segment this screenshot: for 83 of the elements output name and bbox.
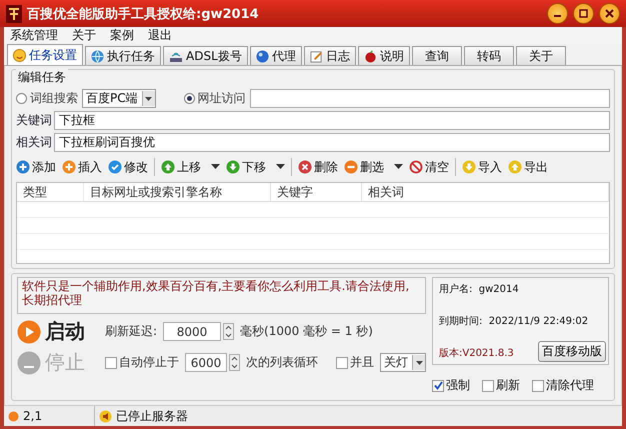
toolbar-button[interactable]: 清空 <box>409 158 449 176</box>
check-icon <box>434 381 442 390</box>
checkbox[interactable]: 自动停止于 <box>105 354 179 371</box>
notice-text: 软件只是一个辅助作用,效果百分百有,主要看你怎么利用工具.请合法使用,长期招代理 <box>17 277 426 314</box>
tab[interactable]: 查询 <box>412 46 462 65</box>
field-label: 关键词 <box>16 112 50 129</box>
checkbox[interactable]: 强制 <box>432 377 470 394</box>
tab[interactable]: ADSL拨号 <box>163 46 248 65</box>
menu-item[interactable]: 系统管理 <box>10 27 58 44</box>
caret-icon <box>211 164 220 170</box>
minimize-button[interactable] <box>547 3 568 24</box>
radio-button[interactable]: 词组搜索 <box>16 90 78 107</box>
delay-label: 刷新延迟: <box>105 323 158 340</box>
apple-icon <box>364 50 377 62</box>
delay-field[interactable]: 8000 <box>163 322 222 341</box>
maximize-icon <box>579 9 588 18</box>
app-logo-icon <box>6 4 22 22</box>
toolbar-button[interactable]: 插入 <box>62 158 102 176</box>
checkbox[interactable]: 刷新 <box>482 377 520 394</box>
caret-icon <box>394 164 403 170</box>
input-field[interactable]: 下拉框刷词百搜优 <box>54 133 610 152</box>
spinner-icon[interactable] <box>223 323 234 340</box>
speaker-icon <box>99 410 112 422</box>
plus-icon <box>16 160 30 174</box>
prohibited-icon <box>409 160 423 174</box>
field-label: 相关词 <box>16 134 50 151</box>
check-icon <box>108 160 122 174</box>
minus-icon <box>344 160 358 174</box>
action-dropdown[interactable]: 关灯 <box>380 353 426 372</box>
checkbox[interactable]: 并且 <box>336 354 374 371</box>
start-button[interactable]: 启动 <box>17 318 99 345</box>
column-header: 关键字 <box>271 183 362 201</box>
plus-icon <box>62 160 76 174</box>
radio-button[interactable]: 网址访问 <box>184 90 246 107</box>
server-status: 已停止服务器 <box>116 408 188 424</box>
column-header: 类型 <box>17 183 84 201</box>
toolbar-button[interactable]: 下移 <box>226 158 285 176</box>
group-title: 编辑任务 <box>16 69 68 86</box>
maximize-button[interactable] <box>573 3 594 24</box>
loops-field[interactable]: 6000 <box>185 353 227 372</box>
caret-icon <box>416 360 422 364</box>
toolbar-button[interactable]: 删选 <box>344 158 403 176</box>
menu-item[interactable]: 退出 <box>148 27 172 44</box>
window-title: 百搜优全能版助手工具授权给:gw2014 <box>27 6 260 22</box>
smiley-icon <box>13 48 26 62</box>
tab[interactable]: 日志 <box>304 46 356 65</box>
toolbar-button[interactable]: 上移 <box>161 158 220 176</box>
toolbar-button[interactable]: 添加 <box>16 158 56 176</box>
status-icon <box>8 410 19 422</box>
version-text: 版本:V2021.8.3 <box>439 346 514 360</box>
x-icon <box>298 160 312 174</box>
close-button[interactable] <box>599 3 620 24</box>
play-icon <box>17 320 41 344</box>
tab[interactable]: 关于 <box>516 46 566 65</box>
tab[interactable]: 执行任务 <box>85 46 161 65</box>
column-header: 相关词 <box>362 183 609 201</box>
close-icon <box>605 9 614 18</box>
tab[interactable]: 转码 <box>464 46 514 65</box>
checkbox[interactable]: 清除代理 <box>532 377 594 394</box>
url-field[interactable] <box>250 89 610 108</box>
position-text: 2,1 <box>23 409 42 423</box>
notepad-icon <box>310 50 323 62</box>
stop-icon <box>17 350 41 374</box>
mobile-version-button[interactable]: 百度移动版 <box>538 341 606 362</box>
caret-icon <box>145 96 152 100</box>
expiry-text: 到期时间: 2022/11/9 22:49:02 <box>439 314 588 328</box>
spinner-icon[interactable] <box>229 354 240 371</box>
toolbar-button[interactable]: 导入 <box>462 158 502 176</box>
column-header: 目标网址或搜索引擎名称 <box>84 183 271 201</box>
tab[interactable]: 说明 <box>358 46 410 65</box>
menu-item[interactable]: 关于 <box>72 27 96 44</box>
loops-unit: 次的列表循环 <box>246 354 318 371</box>
delay-unit: 毫秒(1000 毫秒 = 1 秒) <box>240 323 373 340</box>
tab[interactable]: 代理 <box>250 46 302 65</box>
input-field[interactable]: 下拉框 <box>54 111 610 130</box>
user-text: 用户名: gw2014 <box>439 282 519 296</box>
toolbar-button[interactable]: 修改 <box>108 158 148 176</box>
engine-dropdown[interactable]: 百度PC端 <box>82 89 156 108</box>
toolbar-button[interactable]: 删除 <box>298 158 338 176</box>
menu-item[interactable]: 案例 <box>110 27 134 44</box>
toolbar-button[interactable]: 导出 <box>508 158 548 176</box>
tab[interactable]: 任务设置 <box>7 44 83 65</box>
caret-icon <box>276 164 285 170</box>
